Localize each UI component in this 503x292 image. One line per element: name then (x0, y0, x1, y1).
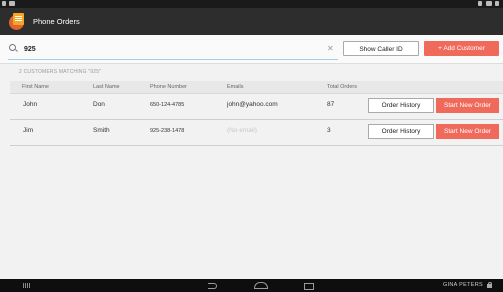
status-bar (0, 0, 503, 8)
add-customer-button[interactable]: + Add Customer (424, 41, 499, 56)
email-notification-icon (9, 1, 15, 6)
start-new-order-button[interactable]: Start New Order (436, 98, 499, 113)
user-name: GINA PETERS (443, 282, 483, 288)
order-history-button[interactable]: Order History (368, 98, 434, 113)
column-emails[interactable]: Emails (227, 84, 244, 90)
table-header: First Name Last Name Phone Number Emails… (10, 81, 503, 94)
app-logo-icon[interactable] (9, 12, 27, 31)
search-input[interactable] (24, 42, 324, 56)
start-new-order-button[interactable]: Start New Order (436, 124, 499, 139)
alarm-icon (478, 1, 482, 6)
notification-icon (2, 1, 6, 6)
search-icon (9, 44, 16, 51)
column-first-name[interactable]: First Name (22, 84, 49, 90)
email-cell: (No email) (227, 127, 257, 134)
column-last-name[interactable]: Last Name (93, 84, 120, 90)
navigation-bar: GINA PETERS (0, 279, 503, 292)
app-title: Phone Orders (33, 17, 80, 26)
phone-cell: 650-124-4785 (150, 102, 185, 108)
home-icon[interactable] (254, 282, 268, 289)
app-bar: Phone Orders (0, 8, 503, 35)
wifi-icon (486, 1, 492, 6)
last-name-cell: Smith (93, 127, 110, 134)
clear-search-icon[interactable]: ✕ (327, 44, 334, 53)
match-count-label: 2 CUSTOMERS MATCHING "925" (19, 69, 102, 75)
show-caller-id-button[interactable]: Show Caller ID (343, 41, 419, 56)
keyboard-icon[interactable] (23, 283, 31, 288)
column-phone-number[interactable]: Phone Number (150, 84, 187, 90)
table-row[interactable]: Jim Smith 925-238-1478 (No email) 3 Orde… (10, 120, 503, 146)
table-row[interactable]: John Don 650-124-4785 john@yahoo.com 87 … (10, 94, 503, 120)
battery-icon (495, 1, 499, 6)
first-name-cell: Jim (23, 127, 34, 134)
search-underline (8, 59, 338, 60)
email-cell: john@yahoo.com (227, 101, 278, 108)
first-name-cell: John (23, 101, 38, 108)
last-name-cell: Don (93, 101, 105, 108)
total-orders-cell: 87 (327, 101, 335, 108)
lock-icon[interactable] (487, 282, 492, 288)
phone-cell: 925-238-1478 (150, 128, 185, 134)
total-orders-cell: 3 (327, 127, 331, 134)
order-history-button[interactable]: Order History (368, 124, 434, 139)
column-total-orders[interactable]: Total Orders (327, 84, 357, 90)
back-icon[interactable] (206, 282, 218, 289)
recent-apps-icon[interactable] (302, 282, 314, 290)
